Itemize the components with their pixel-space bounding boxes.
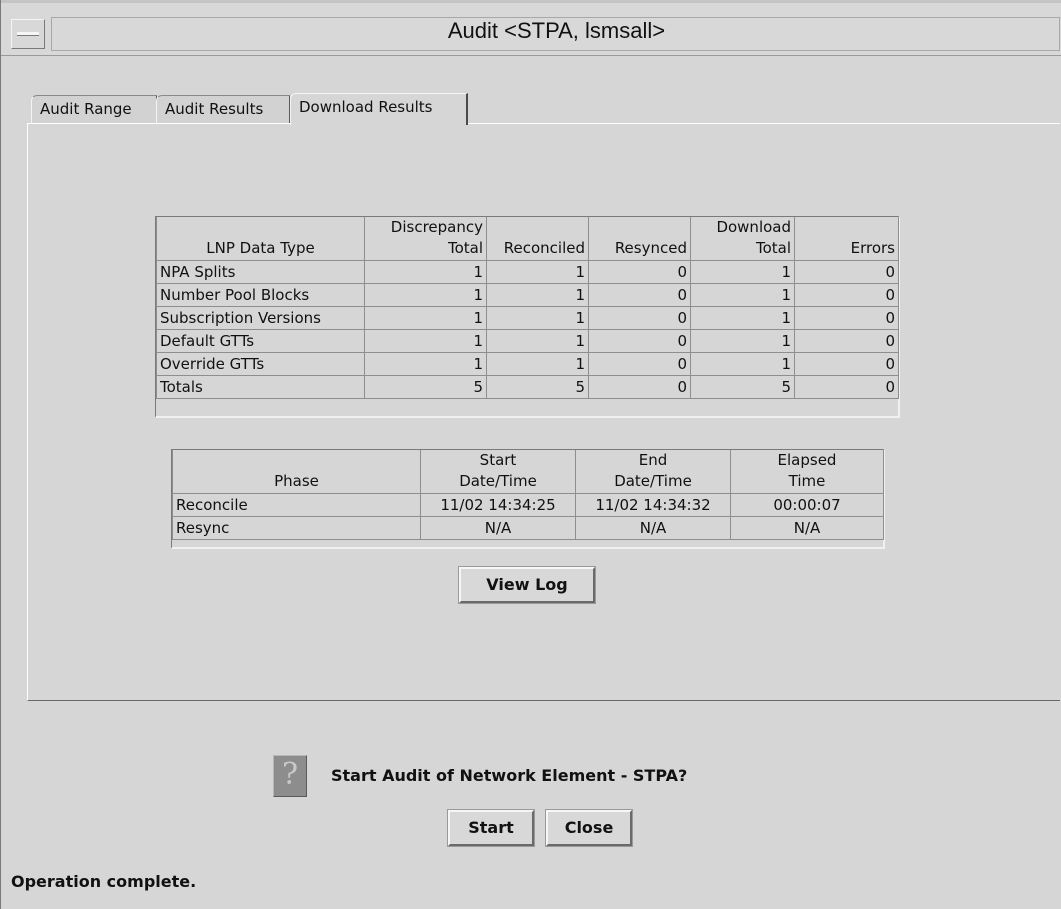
- header-end-date-time[interactable]: End Date/Time: [575, 450, 731, 494]
- row-label-cell: NPA Splits: [156, 260, 365, 284]
- tab-audit-range[interactable]: Audit Range: [31, 95, 157, 123]
- table-row[interactable]: Reconcile 11/02 14:34:25 11/02 14:34:32 00:…: [172, 493, 884, 517]
- table-row[interactable]: NPA Splits 1 1 0 1 0: [156, 260, 899, 284]
- tab-download-results[interactable]: Download Results: [290, 93, 468, 125]
- header-line2: LNP Data Type: [206, 239, 315, 257]
- value-cell: 1: [486, 283, 589, 307]
- header-line2: Date/Time: [614, 472, 692, 490]
- phase-table-body: Reconcile 11/02 14:34:25 11/02 14:34:32 00:…: [172, 493, 884, 540]
- results-table-body: NPA Splits 1 1 0 1 0 Number Pool Blocks 1 1 0 1 0 Su…: [156, 260, 899, 399]
- value-cell: 5: [364, 375, 487, 399]
- value-cell: 1: [486, 260, 589, 284]
- header-lnp-data-type[interactable]: LNP Data Type: [156, 217, 365, 261]
- header-discrepancy-total[interactable]: Discrepancy Total: [364, 217, 487, 261]
- header-line2: Resynced: [614, 239, 687, 257]
- row-label-cell: Override GTTs: [156, 352, 365, 376]
- view-log-button[interactable]: View Log: [458, 566, 596, 604]
- table-row[interactable]: Number Pool Blocks 1 1 0 1 0: [156, 283, 899, 307]
- header-line1: Start: [479, 451, 517, 469]
- row-label-cell: Totals: [156, 375, 365, 399]
- value-cell: 1: [486, 352, 589, 376]
- header-line2: Reconciled: [503, 239, 585, 257]
- value-cell: 1: [690, 306, 795, 330]
- value-cell: 1: [364, 352, 487, 376]
- row-label-cell: Resync: [172, 516, 421, 540]
- header-elapsed-time[interactable]: Elapsed Time: [730, 450, 884, 494]
- value-cell: 11/02 14:34:32: [575, 493, 731, 517]
- value-cell: 0: [588, 352, 691, 376]
- value-cell: 0: [794, 283, 899, 307]
- header-line2: Total: [755, 239, 791, 257]
- header-download-total[interactable]: Download Total: [690, 217, 795, 261]
- results-header-row: LNP Data Type Discrepancy Total Reconcile…: [156, 217, 899, 261]
- title-bar[interactable]: Audit <STPA, lsmsall>: [1, 0, 1061, 56]
- value-cell: 1: [690, 283, 795, 307]
- value-cell: 0: [588, 283, 691, 307]
- results-table: LNP Data Type Discrepancy Total Reconcile…: [156, 217, 899, 399]
- close-button[interactable]: Close: [545, 809, 633, 847]
- value-cell: N/A: [420, 516, 576, 540]
- value-cell: 0: [794, 260, 899, 284]
- header-line2: Time: [788, 472, 826, 490]
- header-line1: Elapsed: [777, 451, 837, 469]
- value-cell: 0: [794, 352, 899, 376]
- header-line2: Total: [447, 239, 483, 257]
- header-line1: Download: [716, 218, 791, 236]
- start-button[interactable]: Start: [447, 809, 535, 847]
- row-label-cell: Reconcile: [172, 493, 421, 517]
- header-reconciled[interactable]: Reconciled: [486, 217, 589, 261]
- table-row[interactable]: Resync N/A N/A N/A: [172, 516, 884, 540]
- value-cell: 1: [690, 352, 795, 376]
- value-cell: 0: [588, 306, 691, 330]
- value-cell: 1: [364, 306, 487, 330]
- value-cell: 1: [364, 329, 487, 353]
- value-cell: 0: [794, 329, 899, 353]
- value-cell: 1: [364, 260, 487, 284]
- table-row[interactable]: Totals 5 5 0 5 0: [156, 375, 899, 399]
- confirm-prompt: Start Audit of Network Element - STPA?: [331, 766, 688, 785]
- value-cell: 0: [588, 375, 691, 399]
- header-resynced[interactable]: Resynced: [588, 217, 691, 261]
- row-label-cell: Number Pool Blocks: [156, 283, 365, 307]
- value-cell: 1: [690, 260, 795, 284]
- phase-table: Phase Start Date/Time End Date/Time Elapse…: [172, 450, 884, 540]
- header-line2: Errors: [850, 239, 895, 257]
- value-cell: 11/02 14:34:25: [420, 493, 576, 517]
- header-line2: Phase: [274, 472, 319, 490]
- value-cell: N/A: [575, 516, 731, 540]
- window-title: Audit <STPA, lsmsall>: [447, 18, 666, 43]
- table-row[interactable]: Default GTTs 1 1 0 1 0: [156, 329, 899, 353]
- value-cell: 0: [588, 329, 691, 353]
- title-bar-edge: [1, 0, 1061, 3]
- header-line1: Discrepancy: [390, 218, 483, 236]
- value-cell: 5: [486, 375, 589, 399]
- audit-window: Audit <STPA, lsmsall> Audit Range Audit …: [0, 0, 1061, 909]
- window-menu-button[interactable]: [11, 19, 45, 49]
- value-cell: 5: [690, 375, 795, 399]
- value-cell: 1: [690, 329, 795, 353]
- header-line1: End: [638, 451, 668, 469]
- question-icon: ?: [273, 755, 307, 797]
- header-errors[interactable]: Errors: [794, 217, 899, 261]
- value-cell: 1: [364, 283, 487, 307]
- header-line2: Date/Time: [459, 472, 537, 490]
- status-message: Operation complete.: [11, 872, 197, 891]
- value-cell: 1: [486, 306, 589, 330]
- value-cell: 0: [794, 306, 899, 330]
- row-label-cell: Default GTTs: [156, 329, 365, 353]
- table-row[interactable]: Subscription Versions 1 1 0 1 0: [156, 306, 899, 330]
- phase-header-row: Phase Start Date/Time End Date/Time Elapse…: [172, 450, 884, 494]
- value-cell: 0: [794, 375, 899, 399]
- header-phase[interactable]: Phase: [172, 450, 421, 494]
- value-cell: 0: [588, 260, 691, 284]
- header-start-date-time[interactable]: Start Date/Time: [420, 450, 576, 494]
- value-cell: 1: [486, 329, 589, 353]
- value-cell: N/A: [730, 516, 884, 540]
- window-menu-icon: [17, 32, 39, 36]
- table-row[interactable]: Override GTTs 1 1 0 1 0: [156, 352, 899, 376]
- value-cell: 00:00:07: [730, 493, 884, 517]
- row-label-cell: Subscription Versions: [156, 306, 365, 330]
- tab-audit-results[interactable]: Audit Results: [156, 95, 290, 123]
